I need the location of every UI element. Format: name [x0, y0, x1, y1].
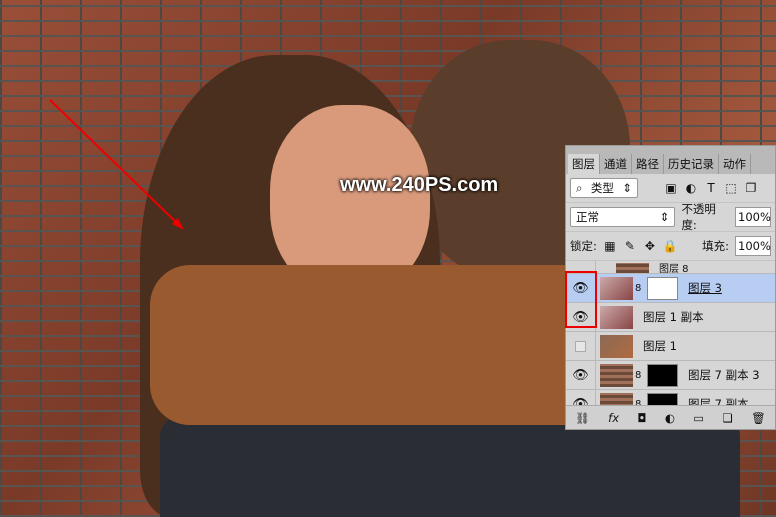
opacity-input[interactable]: 100%	[735, 207, 771, 227]
fill-input[interactable]: 100%	[735, 236, 771, 256]
lock-pixels-brush-icon[interactable]: ✎	[623, 239, 637, 253]
add-mask-icon[interactable]: ◘	[637, 411, 646, 425]
lock-label: 锁定:	[570, 239, 597, 253]
tab-actions[interactable]: 动作	[719, 154, 751, 174]
tab-layers[interactable]: 图层	[568, 154, 600, 174]
layer-thumbnail	[600, 276, 633, 300]
layer-mask-thumbnail[interactable]	[647, 276, 678, 300]
new-layer-icon[interactable]: ❏	[722, 411, 732, 425]
layer-thumbnail	[600, 305, 633, 329]
red-highlight-box	[565, 271, 597, 328]
tab-paths[interactable]: 路径	[632, 154, 664, 174]
mask-link-icon[interactable]: 8	[635, 283, 645, 294]
fill-label: 填充:	[702, 239, 729, 253]
tab-history[interactable]: 历史记录	[664, 154, 719, 174]
layer-row-selected[interactable]: 👁 8 图层 3	[566, 274, 775, 303]
layer-row[interactable]: 图层 8	[566, 261, 775, 274]
mask-link-icon[interactable]: 8	[635, 370, 645, 381]
image-filter-icon[interactable]: ▣	[664, 181, 678, 195]
adjustment-filter-icon[interactable]: ◐	[684, 181, 698, 195]
watermark: www.240PS.com	[340, 174, 499, 196]
blend-mode-select[interactable]: 正常 ⇕	[570, 207, 676, 227]
smart-object-filter-icon[interactable]: ❐	[744, 181, 758, 195]
trash-icon[interactable]: 🗑	[751, 411, 766, 425]
chevron-updown-icon: ⇕	[622, 181, 632, 195]
link-layers-icon[interactable]: ⛓	[575, 411, 590, 425]
lock-position-move-icon[interactable]: ✥	[643, 239, 657, 253]
layer-thumbnail	[616, 263, 649, 273]
type-filter-icon[interactable]: T	[704, 181, 718, 195]
layer-row[interactable]: 图层 1	[566, 332, 775, 361]
eye-icon[interactable]: 👁	[566, 361, 596, 389]
visibility-toggle-off[interactable]	[566, 332, 596, 360]
lock-transparency-icon[interactable]: ▦	[603, 239, 617, 253]
lock-all-icon[interactable]: 🔒	[663, 239, 678, 253]
layer-row[interactable]: 👁 图层 1 副本	[566, 303, 775, 332]
shape-filter-icon[interactable]: ⬚	[724, 181, 738, 195]
fx-icon[interactable]: fx	[608, 411, 619, 425]
filter-type-select[interactable]: ⌕ 类型 ⇕	[570, 178, 638, 198]
layer-thumbnail	[600, 363, 633, 387]
search-icon: ⌕	[576, 181, 583, 195]
layer-mask-thumbnail[interactable]	[647, 363, 678, 387]
tab-channels[interactable]: 通道	[600, 154, 632, 174]
layer-thumbnail	[600, 334, 633, 358]
panel-bottom-toolbar: ⛓ fx ◘ ◐ ▭ ❏ 🗑	[566, 405, 775, 429]
layer-row[interactable]: 👁 8 图层 7 副本 3	[566, 361, 775, 390]
adjustment-layer-icon[interactable]: ◐	[665, 411, 675, 425]
opacity-label: 不透明度:	[681, 202, 716, 232]
chevron-updown-icon: ⇕	[659, 210, 670, 224]
group-folder-icon[interactable]: ▭	[693, 411, 704, 425]
layer-list: 图层 8 👁 8 图层 3 👁 图层 1 副本 图层 1 👁 8 图层 7 副本…	[566, 261, 775, 415]
